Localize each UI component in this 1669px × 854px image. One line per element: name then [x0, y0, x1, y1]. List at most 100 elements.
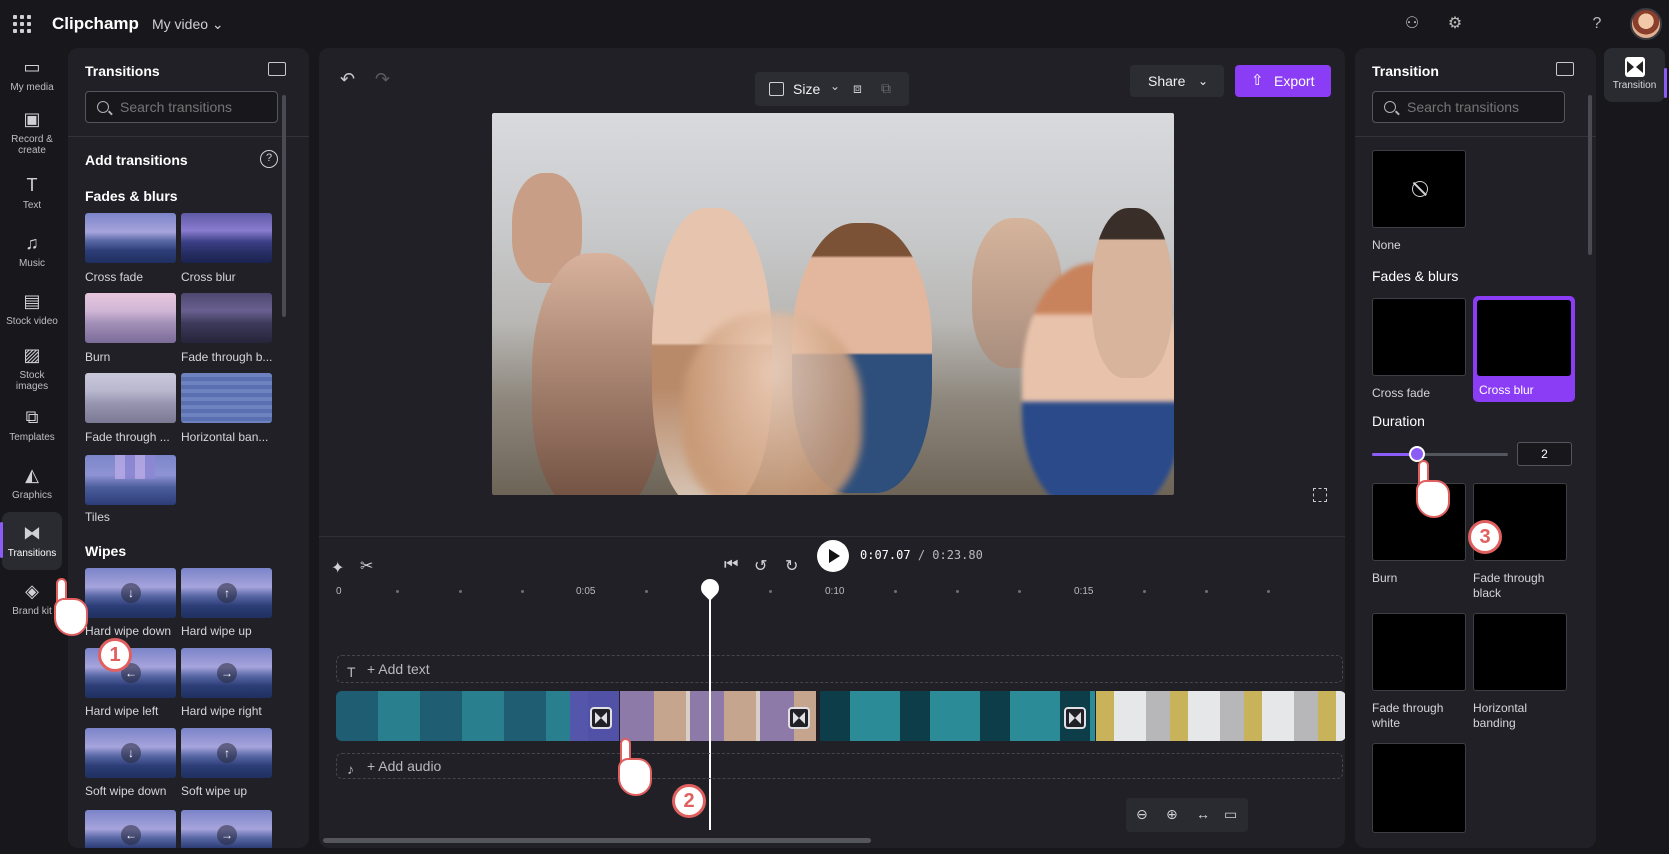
search-input[interactable] [1407, 99, 1557, 115]
hand-palm [54, 598, 88, 636]
collapse-panel-icon[interactable] [268, 62, 286, 76]
divider [68, 136, 309, 137]
share-links-icon[interactable]: ⚇ [1400, 12, 1424, 36]
transition-option-cross-fade[interactable] [1372, 298, 1466, 376]
rail-item-stock-images[interactable]: ▨ Stock images [2, 344, 62, 392]
export-button[interactable]: ⇧ Export [1235, 65, 1331, 97]
transition-thumb-burn[interactable] [85, 293, 176, 343]
timeline-scrollbar[interactable] [323, 838, 871, 843]
redo-icon[interactable]: ↷ [375, 69, 390, 90]
captions-icon[interactable]: ⧉ [881, 80, 891, 97]
camera-icon: ▣ [23, 109, 41, 129]
ruler-tick [956, 590, 959, 593]
transition-thumb-soft-wipe-down[interactable]: ↓ [85, 728, 176, 778]
transition-option-horizontal-banding[interactable] [1473, 613, 1567, 691]
skip-back-icon[interactable]: ⏮ [724, 556, 738, 574]
help-icon[interactable]: ? [1585, 12, 1609, 36]
video-track[interactable] [336, 691, 1345, 741]
audio-track[interactable]: ♪ + Add audio [336, 753, 1343, 779]
transition-thumb-cross-blur[interactable] [181, 213, 272, 263]
caption-icon[interactable]: ▭ [1224, 806, 1237, 823]
clip-classroom[interactable] [620, 691, 816, 741]
project-name-dropdown[interactable]: My video ⌄ [152, 16, 224, 33]
transition-thumb-hard-wipe-right[interactable]: → [181, 648, 272, 698]
ruler-tick [396, 590, 399, 593]
app-launcher-icon[interactable] [10, 12, 32, 34]
rail-item-my-media[interactable]: ▭ My media [2, 56, 62, 93]
fit-to-width-icon[interactable]: ↔ [1196, 806, 1210, 822]
magic-sparkle-icon[interactable]: ✦ [331, 558, 344, 578]
zoom-controls: ⊖ ⊕ ↔ ▭ [1126, 798, 1248, 832]
transition-label: Soft wipe down [85, 784, 167, 798]
help-icon[interactable]: ? [260, 150, 278, 168]
step-badge: 2 [672, 784, 706, 818]
ruler-tick [1267, 590, 1270, 593]
left-panel-scrollbar[interactable] [282, 95, 286, 317]
transition-option-fade-through-white[interactable] [1372, 613, 1466, 691]
transition-thumb-hard-wipe-down[interactable]: ↓ [85, 568, 176, 618]
scissors-icon[interactable]: ✂ [360, 556, 373, 576]
ruler-tick [645, 590, 648, 593]
far-rail-item-transition[interactable]: Transition [1604, 48, 1665, 102]
transition-option-none[interactable] [1372, 150, 1466, 228]
transition-option-cross-blur-selected[interactable]: Cross blur [1473, 296, 1575, 402]
transition-thumb-tiles[interactable] [85, 455, 176, 505]
gear-icon[interactable]: ⚙ [1443, 12, 1467, 36]
forward-5-icon[interactable]: ↻ [785, 556, 798, 576]
rail-item-label: Record & create [11, 134, 53, 156]
rail-item-stock-video[interactable]: ▤ Stock video [2, 290, 62, 327]
rail-item-graphics[interactable]: ◭ Graphics [2, 464, 62, 501]
transition-label: Hard wipe right [181, 704, 262, 718]
rail-item-text[interactable]: T Text [2, 174, 62, 211]
transition-thumb-cross-fade[interactable] [85, 213, 176, 263]
transition-thumb-soft-wipe-right[interactable]: → [181, 810, 272, 848]
play-button[interactable] [817, 540, 849, 572]
search-input[interactable] [120, 99, 270, 115]
transition-label: Hard wipe down [85, 624, 172, 638]
ruler-tick [459, 590, 462, 593]
playhead[interactable] [709, 580, 711, 830]
rail-item-transitions[interactable]: ⧓ Transitions [0, 512, 62, 570]
transition-marker-icon[interactable] [788, 707, 810, 729]
arrow-right-icon: → [217, 825, 237, 845]
preview-figure [682, 313, 862, 495]
fades-blurs-heading: Fades & blurs [85, 188, 178, 204]
search-transitions-field[interactable] [1372, 91, 1565, 123]
transition-marker-icon[interactable] [590, 707, 612, 729]
upload-icon: ⇧ [1251, 72, 1264, 89]
search-transitions-field[interactable] [85, 91, 278, 123]
transition-marker-icon[interactable] [1064, 707, 1086, 729]
transition-thumb-horizontal-banding[interactable] [181, 373, 272, 423]
transition-label: Tiles [85, 510, 110, 524]
duration-input[interactable]: 2 [1517, 442, 1572, 466]
playhead-handle[interactable] [697, 575, 723, 601]
transition-thumb-fade-through-black[interactable] [181, 293, 272, 343]
zoom-out-icon[interactable]: ⊖ [1136, 806, 1148, 823]
clip-waves[interactable] [820, 691, 1095, 741]
fades-blurs-heading: Fades & blurs [1372, 268, 1459, 284]
transition-option-tiles[interactable] [1372, 743, 1466, 833]
video-preview[interactable] [492, 113, 1174, 495]
rail-item-record[interactable]: ▣ Record & create [2, 108, 62, 156]
clip-office[interactable] [1096, 691, 1345, 741]
share-button[interactable]: Share ⌄ [1130, 65, 1224, 97]
fullscreen-icon[interactable] [1313, 488, 1327, 502]
right-panel-scrollbar[interactable] [1588, 95, 1592, 255]
far-rail-label: Transition [1612, 80, 1657, 91]
rail-item-templates[interactable]: ⧉ Templates [2, 406, 62, 443]
avatar[interactable] [1630, 8, 1662, 40]
text-track[interactable]: T + Add text [336, 655, 1343, 683]
total-time: / 0:23.80 [917, 548, 983, 562]
size-button[interactable]: Size [793, 81, 820, 97]
rewind-5-icon[interactable]: ↺ [754, 556, 767, 576]
collapse-panel-icon[interactable] [1556, 62, 1574, 76]
transition-thumb-hard-wipe-up[interactable]: ↑ [181, 568, 272, 618]
transition-thumb-fade-through-white[interactable] [85, 373, 176, 423]
undo-icon[interactable]: ↶ [340, 69, 355, 90]
background-icon[interactable]: ⧈ [853, 80, 862, 97]
zoom-in-icon[interactable]: ⊕ [1166, 806, 1178, 823]
rail-item-music[interactable]: ♫ Music [2, 232, 62, 269]
duration-slider-track[interactable] [1372, 453, 1508, 456]
transition-thumb-soft-wipe-left[interactable]: ← [85, 810, 176, 848]
transition-thumb-soft-wipe-up[interactable]: ↑ [181, 728, 272, 778]
